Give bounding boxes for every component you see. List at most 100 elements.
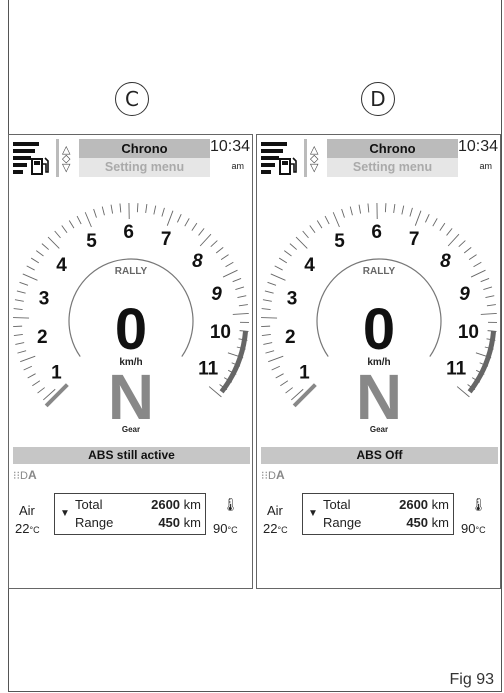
rpm-number: 2 (37, 327, 48, 348)
tick-mark (232, 278, 242, 283)
tick-mark (19, 281, 29, 286)
menu-selector[interactable]: Chrono Setting menu (327, 139, 458, 177)
total-value: 2600 km (399, 497, 449, 512)
indicator-row: ⁝⁝DA (261, 468, 285, 482)
tick-mark (473, 261, 482, 268)
clock-time: 10:34 (457, 138, 498, 155)
clock-ampm: am (231, 161, 244, 171)
tick-mark (486, 304, 496, 307)
tick-mark (23, 365, 33, 371)
gear-label: Gear (122, 425, 140, 434)
fuel-level-icon (261, 142, 297, 175)
air-label: Air (19, 503, 35, 518)
tick-mark (480, 313, 497, 315)
tick-mark (324, 215, 330, 225)
tick-mark (446, 228, 453, 236)
tick-mark (30, 257, 40, 264)
top-bar: △ ◇ ▽ Chrono Setting menu 10:34 am (9, 135, 252, 181)
rpm-number: 7 (161, 229, 172, 250)
rpm-number: 2 (285, 327, 296, 348)
separator (304, 139, 307, 177)
tick-mark (35, 250, 44, 257)
tick-mark (432, 218, 438, 227)
gear-label: Gear (370, 425, 388, 434)
up-down-arrows-icon[interactable]: △ ◇ ▽ (62, 144, 70, 173)
tick-mark (425, 214, 430, 223)
tick-mark (136, 203, 139, 213)
speed-value: 0 (363, 297, 395, 362)
tick-mark (238, 304, 248, 307)
rpm-number: 1 (51, 362, 62, 383)
dashboard-panel-d: △ ◇ ▽ Chrono Setting menu 10:34 am 12 345 6 7… (256, 134, 501, 589)
air-label: Air (267, 503, 283, 518)
tick-mark (220, 254, 229, 261)
tick-mark (93, 208, 97, 218)
tick-mark (54, 230, 61, 239)
tick-mark (485, 295, 495, 299)
menu-subtitle: Setting menu (327, 158, 458, 177)
tick-mark (17, 350, 27, 354)
trip-info-box[interactable]: ▼ Total 2600 km Range 450 km (54, 493, 206, 535)
tick-mark (22, 273, 38, 281)
tick-mark (275, 373, 284, 379)
tick-mark (414, 210, 422, 226)
headlight-icon: ⁝⁝D (261, 470, 276, 482)
air-temperature: 22°C (15, 521, 40, 536)
tick-mark (13, 333, 23, 336)
rpm-number: 4 (56, 255, 67, 276)
tick-mark (262, 299, 272, 302)
tick-mark (367, 203, 370, 213)
clock-time: 10:34 (209, 138, 250, 155)
tick-mark (15, 342, 25, 345)
info-bottom: Air 22°C ▼ Total 2600 km Range 450 km 🌡︎… (9, 485, 252, 547)
tick-mark (68, 220, 75, 229)
panel-label-d: D (361, 82, 395, 116)
air-temperature: 22°C (263, 521, 288, 536)
dropdown-arrow-icon[interactable]: ▼ (60, 508, 70, 519)
tick-mark (393, 204, 396, 214)
tick-mark (110, 204, 114, 214)
tick-mark (458, 240, 466, 248)
tick-mark (37, 387, 45, 394)
trip-info-box[interactable]: ▼ Total 2600 km Range 450 km (302, 493, 454, 535)
tick-mark (222, 269, 238, 278)
tick-mark (349, 206, 353, 216)
tick-mark (119, 203, 122, 213)
tick-mark (289, 243, 297, 250)
tick-mark (41, 243, 49, 250)
tick-mark (270, 273, 286, 281)
tick-mark (101, 206, 105, 216)
tick-mark (468, 254, 477, 261)
tick-mark (470, 269, 486, 278)
tick-mark (447, 233, 460, 247)
tick-mark (199, 233, 212, 247)
tick-mark (27, 373, 36, 379)
tick-mark (32, 380, 41, 387)
tick-mark (235, 286, 245, 290)
tick-mark (271, 365, 281, 371)
rpm-number: 5 (86, 231, 97, 252)
tick-mark (184, 218, 190, 227)
clock-ampm: am (479, 161, 492, 171)
rpm-number: 5 (334, 231, 345, 252)
tick-mark (480, 278, 490, 283)
tick-mark (225, 261, 234, 268)
up-down-arrows-icon[interactable]: △ ◇ ▽ (310, 144, 318, 173)
tick-mark (161, 207, 165, 217)
tick-mark (295, 236, 308, 249)
abs-status-bar: ABS still active (13, 447, 250, 464)
menu-selector[interactable]: Chrono Setting menu (79, 139, 210, 177)
tick-mark (76, 215, 82, 225)
tick-mark (309, 225, 316, 234)
tick-mark (13, 308, 23, 310)
rpm-number: 10 (210, 322, 231, 343)
dropdown-arrow-icon[interactable]: ▼ (308, 508, 318, 519)
menu-subtitle: Setting menu (79, 158, 210, 177)
figure-label: Fig 93 (449, 671, 494, 688)
light-mode-label: A (27, 468, 37, 482)
tick-mark (278, 257, 288, 264)
tick-mark (232, 313, 249, 315)
rpm-number: 11 (446, 358, 467, 379)
tick-mark (261, 308, 271, 310)
tick-mark (263, 342, 273, 345)
